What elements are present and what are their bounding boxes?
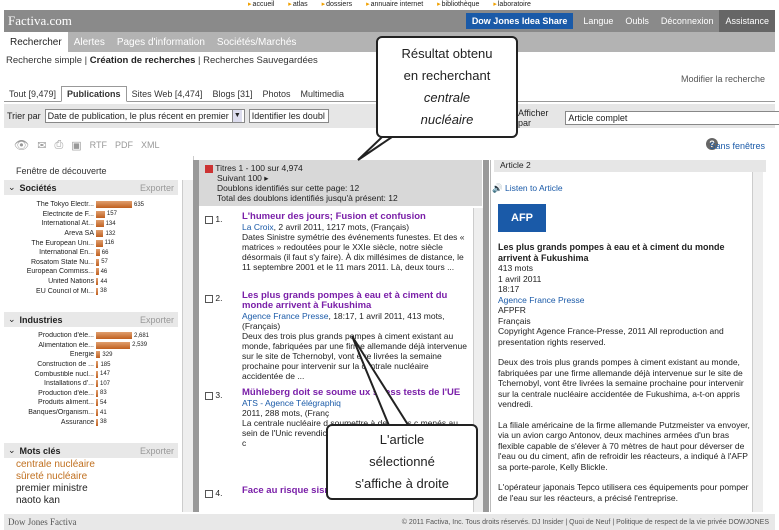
- footer: Dow Jones Factiva © 2011 Factiva, Inc. T…: [4, 514, 775, 530]
- callout-resultat: Résultat obtenu en recherchant centrale …: [376, 36, 518, 138]
- footer-links[interactable]: © 2011 Factiva, Inc. Tous droits réservé…: [402, 519, 775, 526]
- footer-brand: Dow Jones Factiva: [8, 517, 77, 527]
- callout-article: L'article sélectionné s'affiche à droite: [326, 424, 478, 500]
